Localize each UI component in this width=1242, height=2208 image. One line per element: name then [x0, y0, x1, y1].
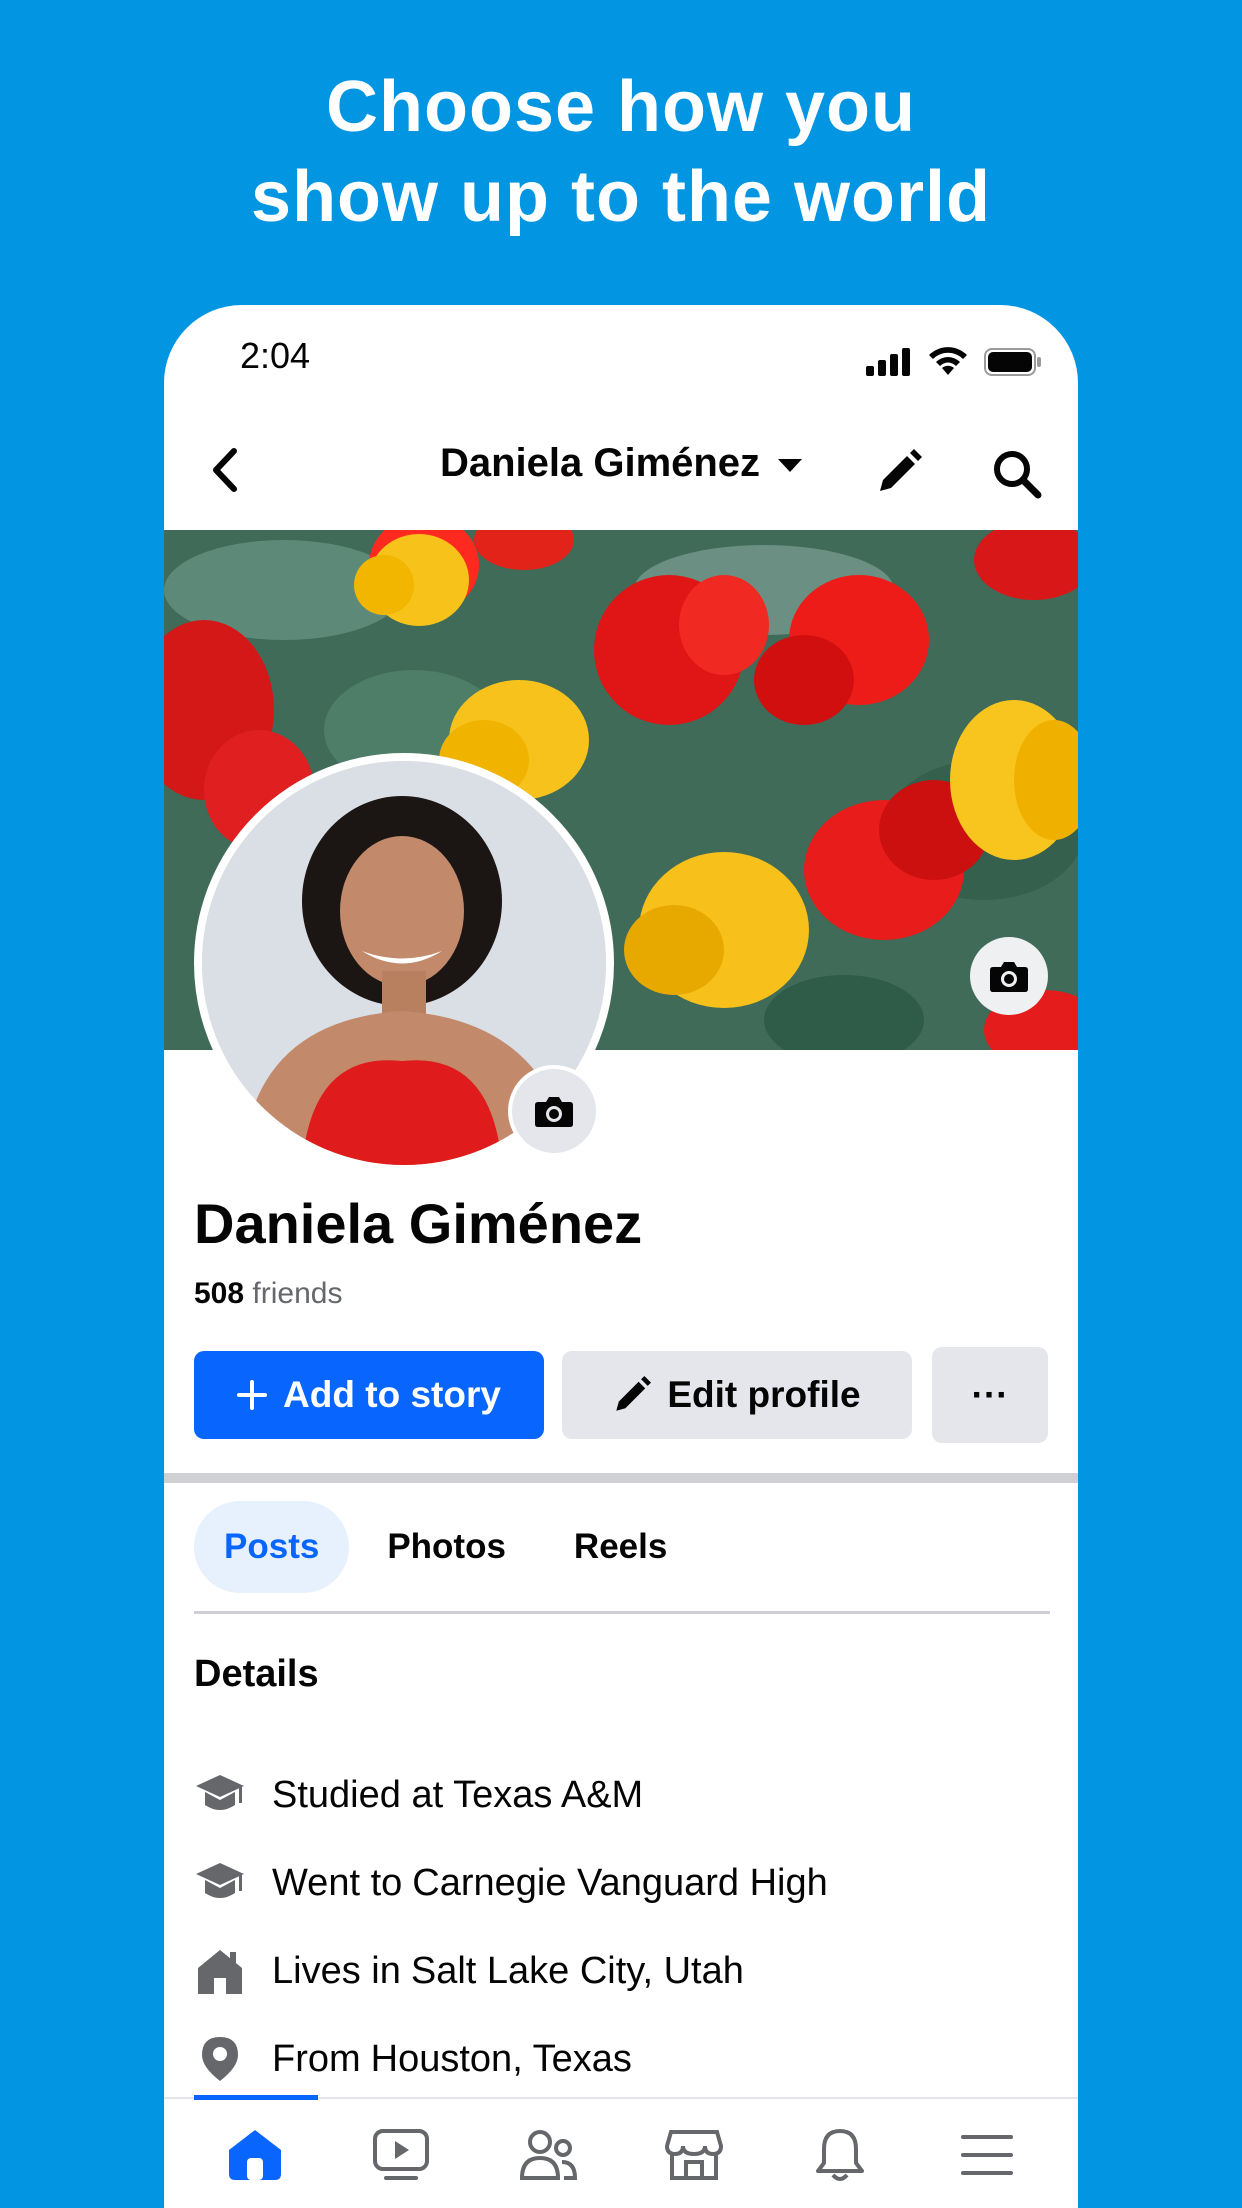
edit-profile-label: Edit profile: [667, 1374, 861, 1415]
phone-screen: 2:04 Daniela Giménez Daniela Giménez 508…: [164, 305, 1078, 2208]
tab-photos[interactable]: Photos: [357, 1501, 536, 1593]
detail-prefix: Lives in: [272, 1949, 401, 1992]
video-icon[interactable]: [361, 2115, 441, 2195]
profile-tabs: Posts Photos Reels: [194, 1501, 697, 1593]
more-options-button[interactable]: ···: [932, 1347, 1048, 1443]
section-divider: [164, 1473, 1078, 1483]
nav-title[interactable]: Daniela Giménez: [164, 441, 1078, 486]
pencil-icon: [616, 1376, 652, 1411]
tabs-underline: [194, 1611, 1050, 1614]
home-icon[interactable]: [215, 2115, 295, 2195]
camera-icon: [990, 962, 1028, 992]
detail-value: Carnegie Vanguard High: [412, 1861, 828, 1904]
friends-icon[interactable]: [508, 2115, 588, 2195]
status-icons: [866, 347, 1042, 377]
detail-prefix: Studied at: [272, 1773, 444, 1816]
tab-posts[interactable]: Posts: [194, 1501, 350, 1593]
detail-value: Houston, Texas: [370, 2037, 632, 2080]
friends-count-label: friends: [252, 1277, 343, 1310]
active-tab-indicator: [194, 2095, 318, 2100]
nav-title-text: Daniela Giménez: [439, 441, 761, 485]
menu-icon[interactable]: [947, 2115, 1027, 2195]
detail-education[interactable]: Studied at Texas A&M: [194, 1765, 643, 1825]
friends-count[interactable]: 508 friends: [194, 1277, 342, 1311]
status-time: 2:04: [240, 335, 311, 376]
profile-navbar: Daniela Giménez: [164, 415, 1078, 525]
plus-icon: [237, 1380, 268, 1410]
caret-down-icon: [778, 458, 803, 472]
detail-hometown[interactable]: From Houston, Texas: [194, 2029, 632, 2089]
cellular-signal-icon: [866, 348, 910, 376]
headline: Choose how you show up to the world: [0, 62, 1242, 242]
detail-value: Salt Lake City, Utah: [410, 1949, 744, 1992]
marketplace-icon[interactable]: [654, 2115, 734, 2195]
more-dots-icon: ···: [971, 1374, 1009, 1415]
add-to-story-label: Add to story: [283, 1374, 501, 1415]
detail-value: Texas A&M: [453, 1773, 644, 1816]
details-title: Details: [194, 1653, 319, 1695]
friends-count-number: 508: [194, 1277, 245, 1310]
search-icon[interactable]: [992, 449, 1042, 499]
tab-reels[interactable]: Reels: [544, 1501, 697, 1593]
notifications-icon[interactable]: [800, 2115, 880, 2195]
avatar-camera-button[interactable]: [508, 1065, 600, 1157]
add-to-story-button[interactable]: Add to story: [194, 1351, 544, 1439]
pencil-icon[interactable]: [876, 449, 922, 495]
camera-icon: [535, 1097, 573, 1127]
detail-prefix: From: [272, 2037, 361, 2080]
battery-icon: [984, 348, 1041, 376]
house-icon: [194, 1945, 246, 1997]
profile-name: Daniela Giménez: [194, 1192, 643, 1255]
graduation-cap-icon: [194, 1857, 246, 1909]
edit-profile-button[interactable]: Edit profile: [562, 1351, 912, 1439]
detail-current-city[interactable]: Lives in Salt Lake City, Utah: [194, 1941, 744, 2001]
cover-camera-button[interactable]: [970, 937, 1048, 1015]
detail-high-school[interactable]: Went to Carnegie Vanguard High: [194, 1853, 828, 1913]
graduation-cap-icon: [194, 1769, 246, 1821]
headline-line-1: Choose how you: [326, 67, 916, 147]
wifi-icon: [929, 347, 967, 375]
bottom-tab-items: [164, 2115, 1078, 2195]
headline-line-2: show up to the world: [251, 157, 991, 237]
location-pin-icon: [194, 2033, 246, 2085]
detail-prefix: Went to: [272, 1861, 403, 1904]
